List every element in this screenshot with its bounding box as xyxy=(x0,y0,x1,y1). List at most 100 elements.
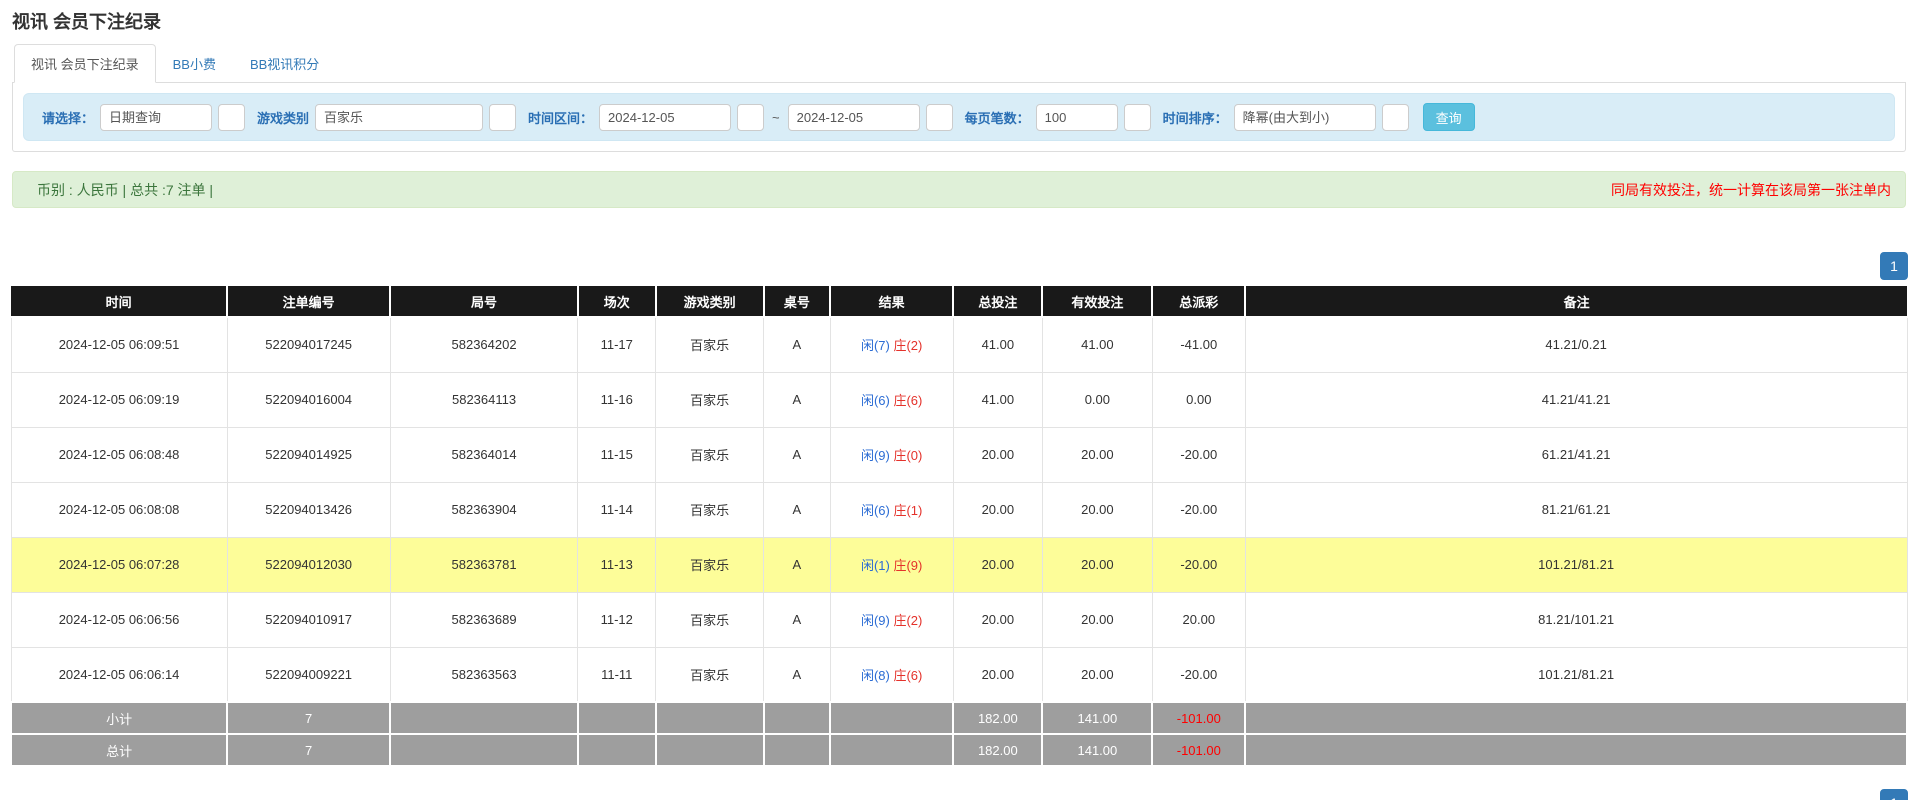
result-player: 闲(9) xyxy=(861,613,890,628)
date-from-input[interactable]: 2024-12-05 xyxy=(599,104,731,131)
result-banker: 庄(2) xyxy=(893,338,922,353)
filter-bar: 请选择： 日期查询 游戏类别 百家乐 时间区间： 2024-12-05 ~ 20… xyxy=(23,93,1895,141)
cell-table-no: A xyxy=(764,317,830,372)
date-range-separator: ~ xyxy=(770,110,782,125)
tab-bb-video-points[interactable]: BB视讯积分 xyxy=(233,44,336,83)
cell-payout: 0.00 xyxy=(1152,372,1245,427)
query-type-dropdown-button[interactable] xyxy=(218,104,245,131)
table-body: 2024-12-05 06:09:51522094017245582364202… xyxy=(11,317,1907,702)
cell-table-no: A xyxy=(764,482,830,537)
cell-table-no: A xyxy=(764,537,830,592)
result-player: 闲(8) xyxy=(861,668,890,683)
date-to-picker-button[interactable] xyxy=(926,104,953,131)
cell-remark: 61.21/41.21 xyxy=(1245,427,1907,482)
cell-total-bet[interactable]: 20.00 xyxy=(953,592,1042,647)
page-1-button[interactable]: 1 xyxy=(1880,252,1908,280)
cell-total-bet[interactable]: 20.00 xyxy=(953,427,1042,482)
result-banker: 庄(2) xyxy=(893,613,922,628)
cell-table-no: A xyxy=(764,592,830,647)
header-remark: 备注 xyxy=(1245,286,1907,317)
cell-session: 11-17 xyxy=(578,317,656,372)
cell-total-bet[interactable]: 20.00 xyxy=(953,537,1042,592)
tab-bb-tip[interactable]: BB小费 xyxy=(156,44,233,83)
page-size-input[interactable]: 100 xyxy=(1036,104,1118,131)
grand-total-total-bet: 182.00 xyxy=(953,734,1042,766)
subtotal-row: 小计 7 182.00 141.00 -101.00 xyxy=(11,702,1907,734)
header-total-bet: 总投注 xyxy=(953,286,1042,317)
table-row: 2024-12-05 06:08:08522094013426582363904… xyxy=(11,482,1907,537)
currency-total-summary: 币别 : 人民币 | 总共 :7 注单 | xyxy=(37,180,213,200)
cell-valid-bet: 20.00 xyxy=(1042,592,1152,647)
cell-session: 11-14 xyxy=(578,482,656,537)
table-row: 2024-12-05 06:09:19522094016004582364113… xyxy=(11,372,1907,427)
search-button[interactable]: 查询 xyxy=(1423,103,1475,131)
cell-payout: -41.00 xyxy=(1152,317,1245,372)
result-banker: 庄(1) xyxy=(893,503,922,518)
cell-session: 11-16 xyxy=(578,372,656,427)
tab-betting-records[interactable]: 视讯 会员下注纪录 xyxy=(14,44,156,83)
grand-total-row: 总计 7 182.00 141.00 -101.00 xyxy=(11,734,1907,766)
cell-bet-id: 522094014925 xyxy=(227,427,390,482)
result-player: 闲(6) xyxy=(861,393,890,408)
table-row: 2024-12-05 06:09:51522094017245582364202… xyxy=(11,317,1907,372)
header-bet-id: 注单编号 xyxy=(227,286,390,317)
cell-result: 闲(7) 庄(2) xyxy=(830,317,953,372)
page-title: 视讯 会员下注纪录 xyxy=(12,8,1908,34)
cell-session: 11-11 xyxy=(578,647,656,702)
result-banker: 庄(6) xyxy=(893,393,922,408)
cell-payout: -20.00 xyxy=(1152,537,1245,592)
time-sort-select[interactable]: 降幂(由大到小) xyxy=(1234,104,1376,131)
cell-time: 2024-12-05 06:09:51 xyxy=(11,317,227,372)
game-type-select[interactable]: 百家乐 xyxy=(315,104,483,131)
result-banker: 庄(6) xyxy=(893,668,922,683)
cell-total-bet[interactable]: 20.00 xyxy=(953,647,1042,702)
cell-total-bet[interactable]: 20.00 xyxy=(953,482,1042,537)
cell-time: 2024-12-05 06:08:48 xyxy=(11,427,227,482)
query-type-select[interactable]: 日期查询 xyxy=(100,104,212,131)
cell-table-no: A xyxy=(764,647,830,702)
cell-game-type: 百家乐 xyxy=(656,482,764,537)
subtotal-payout: -101.00 xyxy=(1152,702,1245,734)
subtotal-label: 小计 xyxy=(11,702,227,734)
date-from-picker-button[interactable] xyxy=(737,104,764,131)
game-type-dropdown-button[interactable] xyxy=(489,104,516,131)
subtotal-valid-bet: 141.00 xyxy=(1042,702,1152,734)
result-player: 闲(6) xyxy=(861,503,890,518)
header-game-type: 游戏类别 xyxy=(656,286,764,317)
grand-total-valid-bet: 141.00 xyxy=(1042,734,1152,766)
cell-bet-id: 522094017245 xyxy=(227,317,390,372)
time-sort-dropdown-button[interactable] xyxy=(1382,104,1409,131)
cell-round-id: 582363781 xyxy=(390,537,578,592)
cell-session: 11-13 xyxy=(578,537,656,592)
header-round-id: 局号 xyxy=(390,286,578,317)
page-1-button-bottom[interactable]: 1 xyxy=(1880,789,1908,800)
cell-total-bet[interactable]: 41.00 xyxy=(953,372,1042,427)
page-size-dropdown-button[interactable] xyxy=(1124,104,1151,131)
subtotal-total-bet: 182.00 xyxy=(953,702,1042,734)
cell-result: 闲(6) 庄(1) xyxy=(830,482,953,537)
table-footer: 小计 7 182.00 141.00 -101.00 总计 7 182.00 1… xyxy=(11,702,1907,766)
grand-total-count: 7 xyxy=(227,734,390,766)
cell-valid-bet: 20.00 xyxy=(1042,427,1152,482)
cell-remark: 101.21/81.21 xyxy=(1245,537,1907,592)
cell-payout: -20.00 xyxy=(1152,482,1245,537)
time-range-label: 时间区间： xyxy=(528,108,593,127)
cell-result: 闲(6) 庄(6) xyxy=(830,372,953,427)
cell-table-no: A xyxy=(764,372,830,427)
result-player: 闲(1) xyxy=(861,558,890,573)
date-to-input[interactable]: 2024-12-05 xyxy=(788,104,920,131)
pagination-top: 1 xyxy=(10,252,1908,280)
table-row: 2024-12-05 06:06:56522094010917582363689… xyxy=(11,592,1907,647)
header-payout: 总派彩 xyxy=(1152,286,1245,317)
cell-round-id: 582364014 xyxy=(390,427,578,482)
page-size-label: 每页笔数： xyxy=(965,108,1030,127)
time-sort-label: 时间排序： xyxy=(1163,108,1228,127)
cell-valid-bet: 41.00 xyxy=(1042,317,1152,372)
cell-game-type: 百家乐 xyxy=(656,537,764,592)
cell-total-bet[interactable]: 41.00 xyxy=(953,317,1042,372)
cell-valid-bet: 20.00 xyxy=(1042,537,1152,592)
cell-game-type: 百家乐 xyxy=(656,647,764,702)
cell-payout: -20.00 xyxy=(1152,647,1245,702)
grand-total-payout: -101.00 xyxy=(1152,734,1245,766)
cell-round-id: 582363689 xyxy=(390,592,578,647)
